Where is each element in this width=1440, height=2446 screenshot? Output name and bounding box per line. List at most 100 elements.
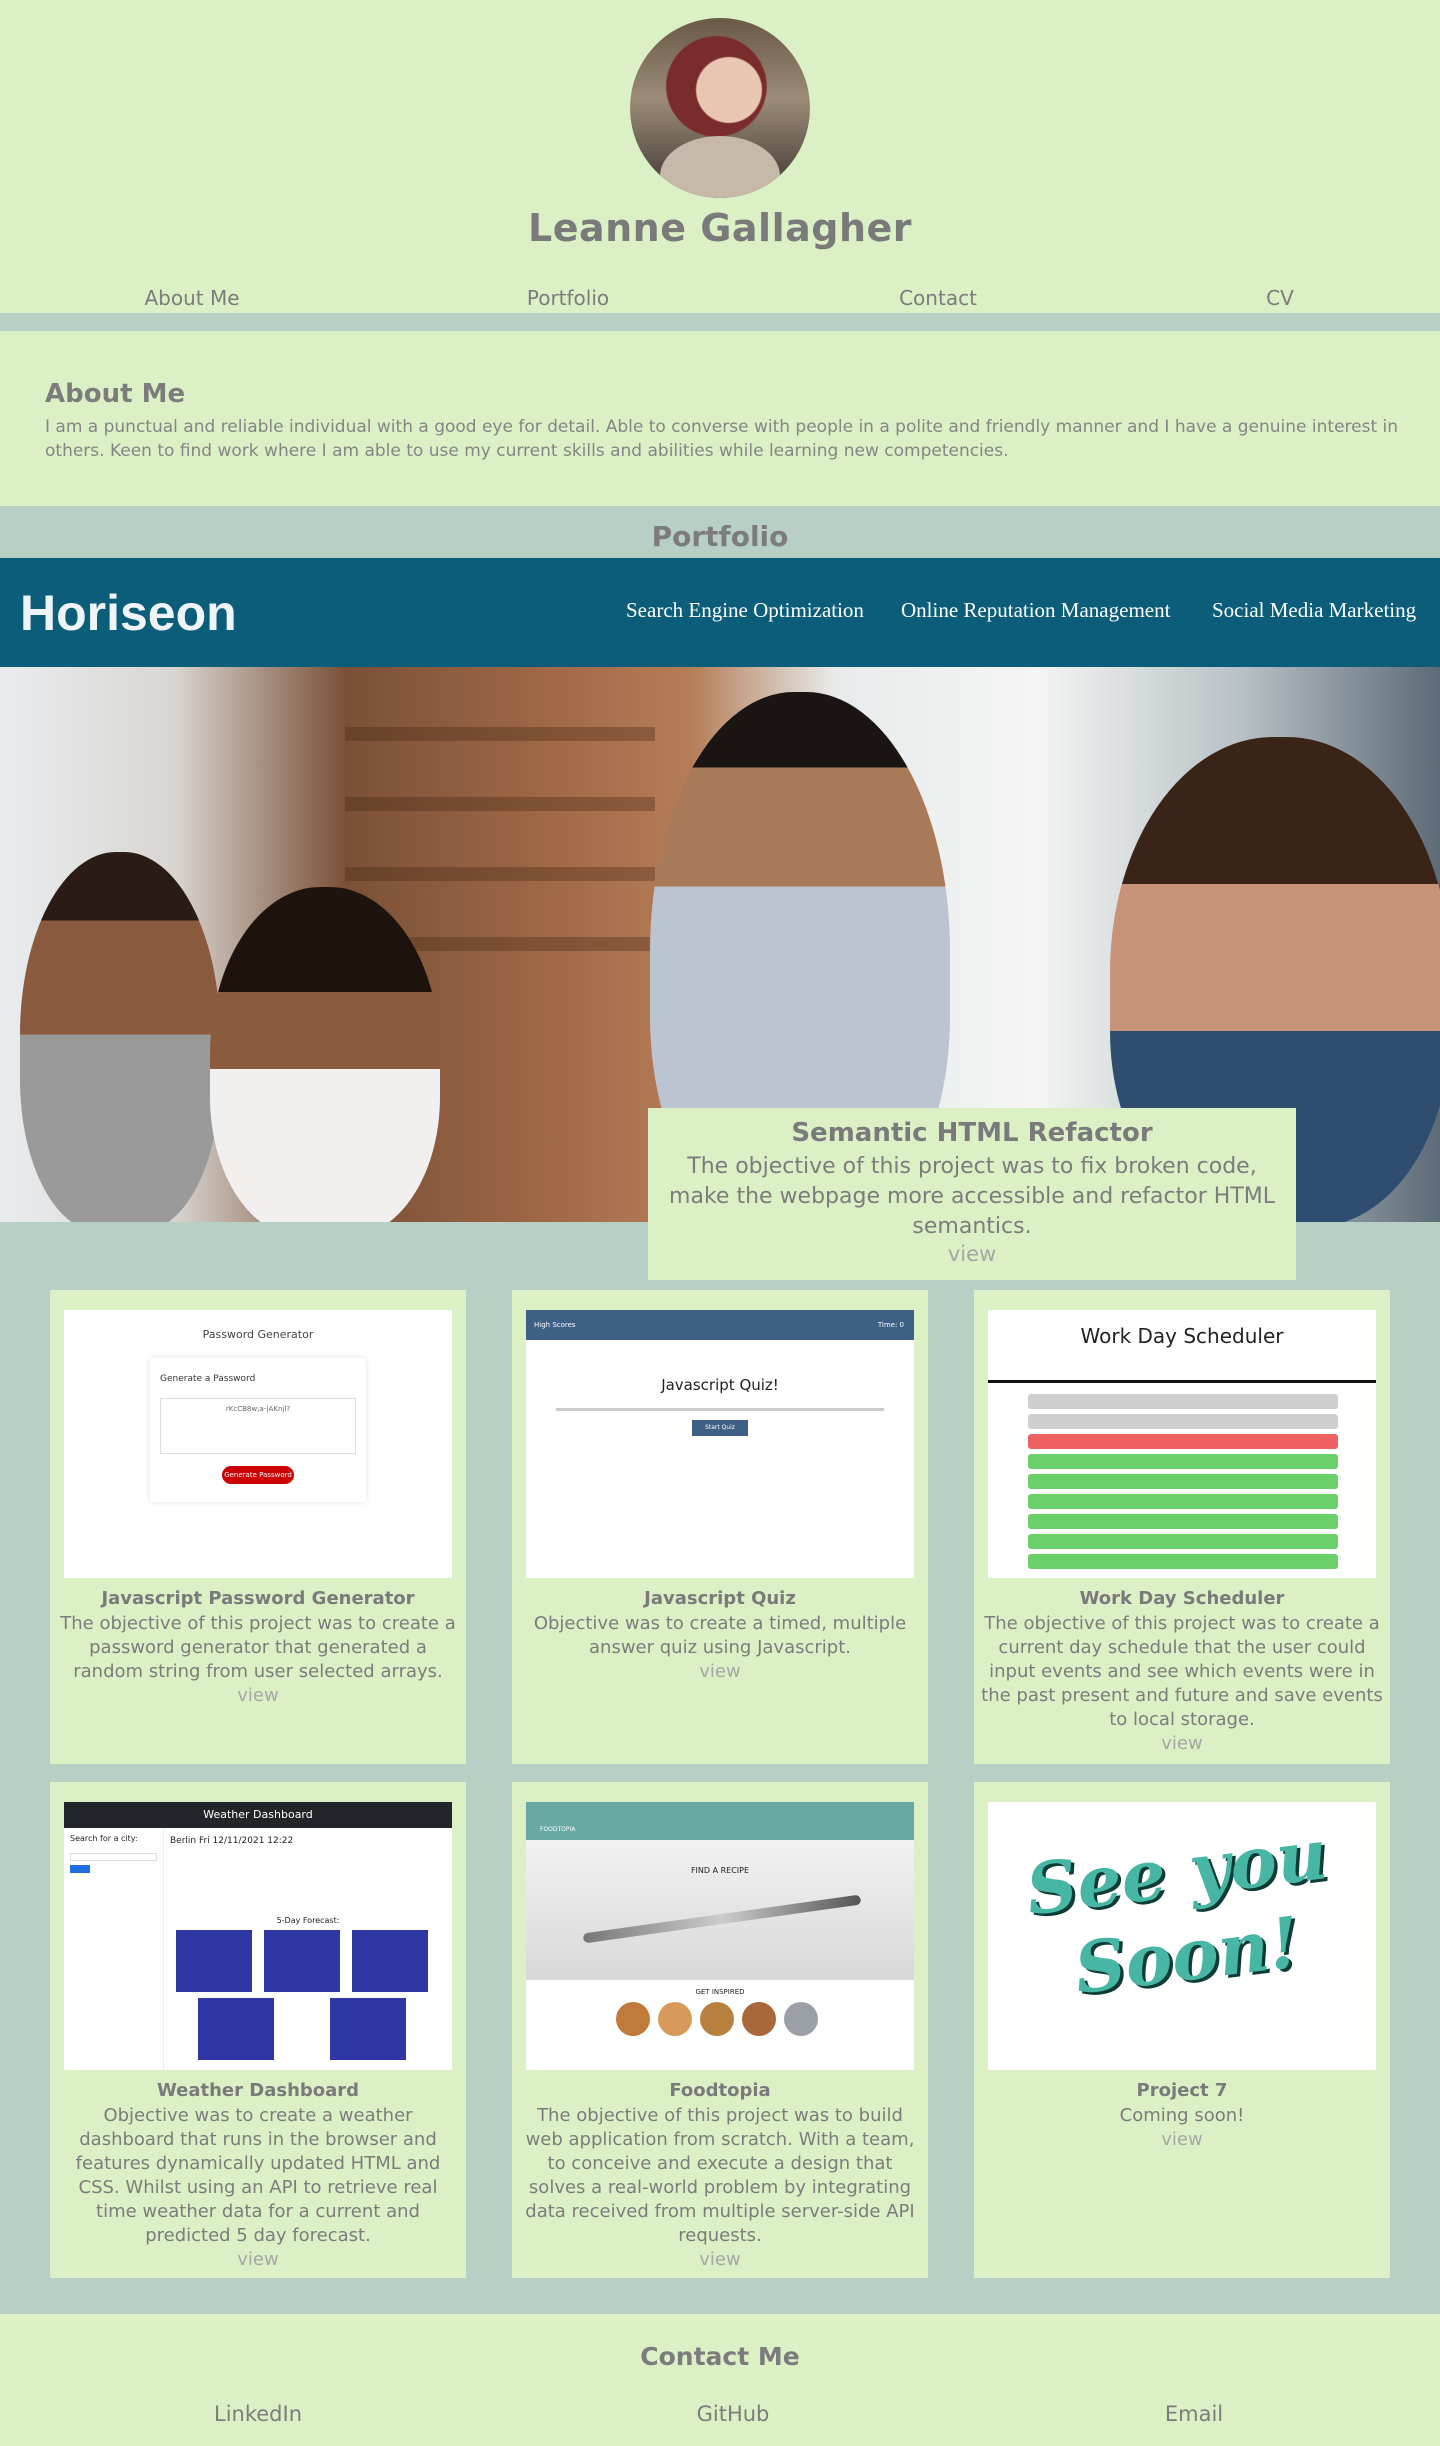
project-description: Coming soon! view [974,2104,1390,2152]
horiseon-header: Horiseon Search Engine Optimization Onli… [0,558,1440,667]
thumb-row-past [1028,1394,1338,1409]
project-view-link[interactable]: view [518,2248,922,2272]
project-description-text: Objective was to create a weather dashbo… [75,2105,441,2246]
nav-about-me[interactable]: About Me [144,286,239,310]
thumb-timer: Time: 0 [877,1321,904,1329]
project-description: Objective was to create a timed, multipl… [512,1612,928,1684]
project-card-weather[interactable]: Weather Dashboard Search for a city: Ber… [50,1782,466,2278]
dish-icon [784,2002,818,2036]
horiseon-logo: Horiseon [20,585,237,641]
dish-icon [616,2002,650,2036]
thumb-generate-button: Generate Password [222,1466,294,1484]
project-description: Objective was to create a weather dashbo… [50,2104,466,2272]
wall-slat [345,727,655,741]
project-description: The objective of this project was to bui… [512,2104,928,2272]
dish-icon [700,2002,734,2036]
thumb-main: Berlin Fri 12/11/2021 12:22 5-Day Foreca… [164,1828,452,2070]
project-card-password[interactable]: Password Generator Generate a Password r… [50,1290,466,1764]
thumb-forecast-card [176,1930,252,1992]
project-title: Foodtopia [669,2080,771,2101]
project-title: Javascript Password Generator [101,1588,415,1609]
dish-icon [658,2002,692,2036]
project-view-link[interactable]: view [518,1660,922,1684]
horiseon-nav-seo[interactable]: Search Engine Optimization [626,598,864,623]
project-view-link[interactable]: view [980,1732,1384,1756]
thumb-search-label: Search for a city: [70,1834,138,1843]
project-thumbnail[interactable]: See you Soon! [988,1802,1376,2070]
thumb-brand: FOODTOPIA [540,1826,576,1833]
thumb-row-future [1028,1554,1338,1569]
project-description-text: The objective of this project was to cre… [981,1613,1383,1730]
thumb-see-you-soon: See you Soon! [1021,1812,1332,2011]
section-divider [0,313,1440,331]
project-view-link[interactable]: view [56,2248,460,2272]
project-thumbnail[interactable]: Work Day Scheduler [988,1310,1376,1578]
project-view-link[interactable]: view [56,1684,460,1708]
thumb-rule [988,1380,1376,1383]
person-left [20,852,220,1222]
project-description: The objective of this project was to cre… [50,1612,466,1708]
contact-section: Contact Me LinkedIn GitHub Email [0,2314,1440,2446]
horiseon-nav-reputation[interactable]: Online Reputation Management [901,598,1170,623]
thumb-forecast-label: 5-Day Forecast: [276,1916,340,1925]
thumb-forecast-card [198,1998,274,2060]
thumb-row-future [1028,1474,1338,1489]
wall-slat [345,797,655,811]
contact-github-link[interactable]: GitHub [697,2402,770,2426]
project-title: Project 7 [1136,2080,1228,2101]
project-card-quiz[interactable]: High Scores Time: 0 Javascript Quiz! Sta… [512,1290,928,1764]
site-header: Leanne Gallagher About Me Portfolio Cont… [0,0,1440,313]
featured-project[interactable]: Horiseon Search Engine Optimization Onli… [0,558,1440,1280]
project-card-foodtopia[interactable]: FOODTOPIA FIND A RECIPE GET INSPIRED Foo… [512,1782,928,2278]
wall-slat [345,867,655,881]
project-view-link[interactable]: view [980,2128,1384,2152]
project-title: Work Day Scheduler [1079,1588,1285,1609]
thumb-row-future [1028,1534,1338,1549]
thumb-forecast-card [264,1930,340,1992]
about-text: I am a punctual and reliable individual … [45,417,1399,461]
project-title: Javascript Quiz [644,1588,796,1609]
project-description-text: The objective of this project was to cre… [60,1613,456,1682]
nav-portfolio[interactable]: Portfolio [527,286,609,310]
project-thumbnail[interactable]: High Scores Time: 0 Javascript Quiz! Sta… [526,1310,914,1578]
thumb-row-past [1028,1414,1338,1429]
thumb-search-button [70,1865,90,1873]
nav-cv[interactable]: CV [1266,286,1294,310]
project-card-scheduler[interactable]: Work Day Scheduler Work Day Scheduler Th… [974,1290,1390,1764]
contact-title: Contact Me [640,2342,800,2371]
thumb-row-future [1028,1514,1338,1529]
thumb-heading: Work Day Scheduler [1080,1324,1284,1348]
thumb-sidebar: Search for a city: [64,1828,164,2070]
thumb-row-future [1028,1454,1338,1469]
thumb-row-future [1028,1494,1338,1509]
thumb-start-button: Start Quiz [692,1420,748,1436]
project-description-text: Coming soon! [1119,2105,1245,2126]
project-thumbnail[interactable]: Weather Dashboard Search for a city: Ber… [64,1802,452,2070]
thumb-topbar: Weather Dashboard [64,1802,452,1828]
project-description-text: Objective was to create a timed, multipl… [533,1613,907,1658]
thumb-password-box: rKcCB8w;a-|AKnjl? [160,1398,356,1454]
featured-title: Semantic HTML Refactor [791,1118,1153,1148]
thumb-topbar: High Scores Time: 0 [526,1310,914,1340]
project-thumbnail[interactable]: FOODTOPIA FIND A RECIPE GET INSPIRED [526,1802,914,2070]
portfolio-section: Portfolio Horiseon Search Engine Optimiz… [0,506,1440,2314]
avatar-shoulders [660,136,780,198]
featured-caption: Semantic HTML Refactor The objective of … [648,1108,1296,1280]
nav-contact[interactable]: Contact [899,286,977,310]
project-card-project7[interactable]: See you Soon! Project 7 Coming soon! vie… [974,1782,1390,2278]
contact-email-link[interactable]: Email [1165,2402,1223,2426]
dish-icon [742,2002,776,2036]
thumb-find-recipe: FIND A RECIPE [690,1866,750,1875]
about-title: About Me [45,379,186,409]
horiseon-nav-social[interactable]: Social Media Marketing [1212,598,1416,623]
thumb-high-scores: High Scores [534,1321,576,1329]
thumb-forecast-card [352,1930,428,1992]
featured-view-link[interactable]: view [948,1242,996,1266]
thumb-heading: Password Generator [202,1328,314,1341]
portfolio-title: Portfolio [651,520,789,553]
featured-description: The objective of this project was to fix… [669,1154,1275,1239]
site-name: Leanne Gallagher [527,206,913,250]
project-thumbnail[interactable]: Password Generator Generate a Password r… [64,1310,452,1578]
profile-avatar [630,18,810,198]
contact-linkedin-link[interactable]: LinkedIn [214,2402,302,2426]
